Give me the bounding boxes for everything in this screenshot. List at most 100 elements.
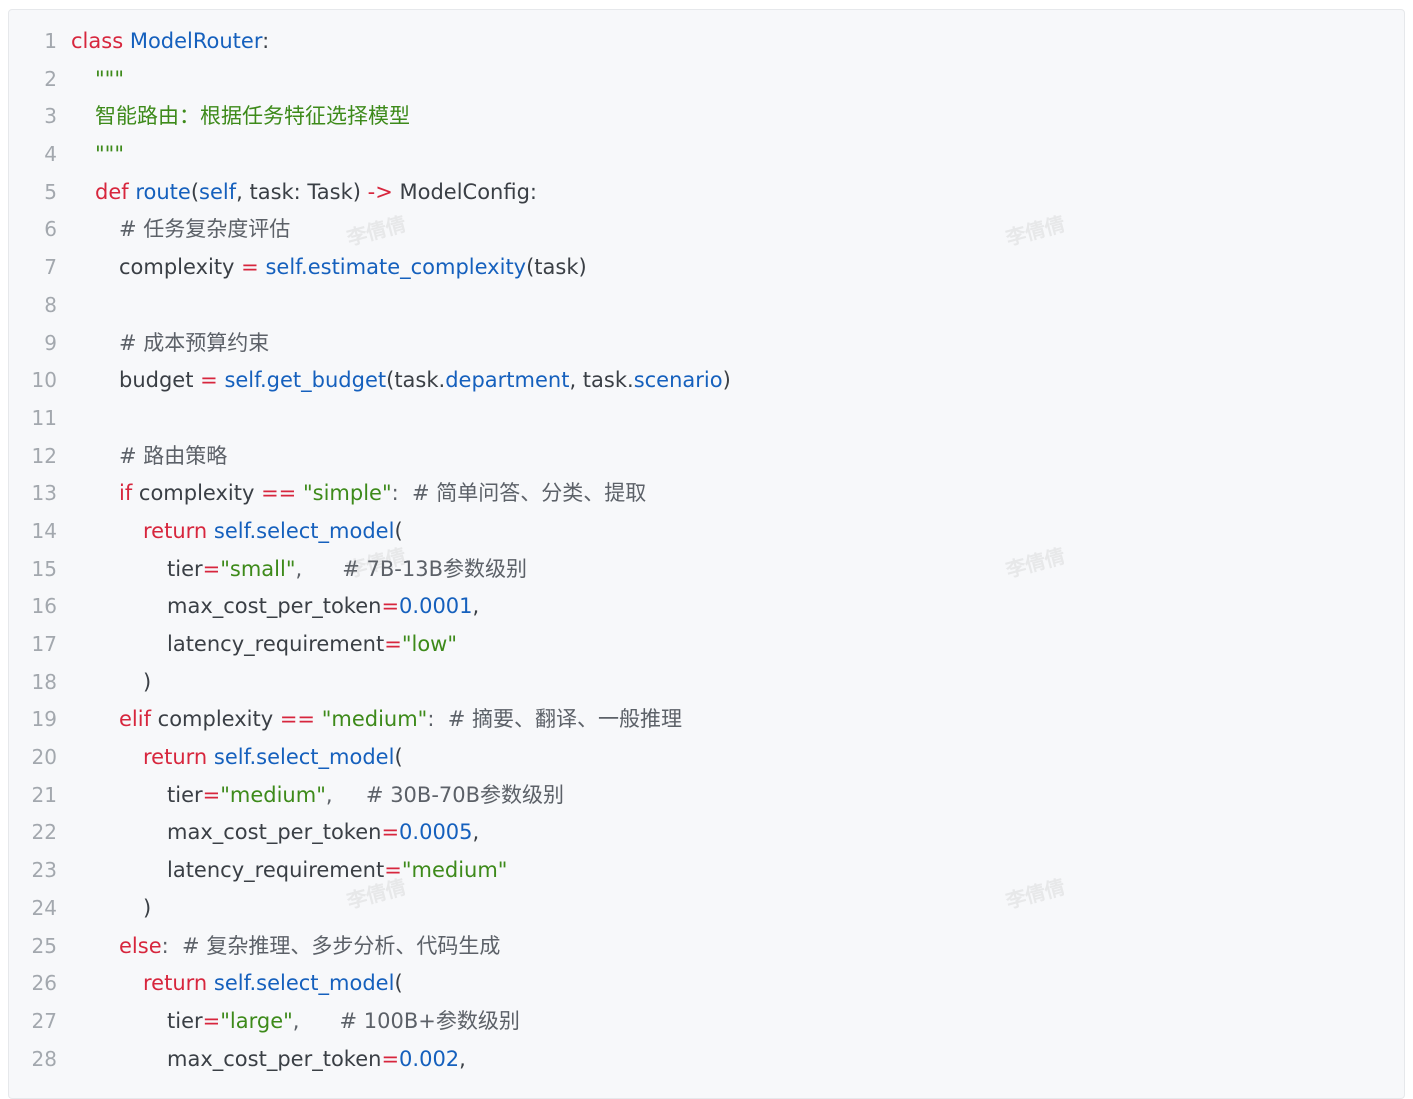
line-content: """: [95, 61, 124, 99]
code-token: "low": [401, 632, 458, 656]
code-line: 1 class ModelRouter:: [9, 23, 1404, 61]
line-content: max_cost_per_token=0.0005,: [167, 814, 479, 852]
code-token: =: [202, 1008, 221, 1033]
code-token: route: [135, 179, 191, 204]
code-token: "medium": [321, 707, 428, 732]
code-token: =: [384, 632, 402, 656]
code-token: (task.: [386, 368, 446, 393]
line-number: 22: [31, 820, 57, 845]
code-token: return: [143, 745, 208, 770]
line-number: 27: [31, 1008, 57, 1033]
line-content: if complexity == "simple": # 简单问答、分类、提取: [119, 475, 646, 513]
code-token: 0.0001: [399, 594, 473, 619]
code-line: 4 """: [9, 136, 1404, 174]
code-line: 8: [9, 287, 1404, 325]
code-token: tier: [167, 782, 203, 807]
code-line: 11: [9, 400, 1404, 438]
line-content: tier="medium", # 30B-70B参数级别: [167, 777, 564, 815]
code-token: ): [143, 669, 152, 694]
code-token: ModelRouter: [129, 29, 263, 53]
line-content: def route(self, task: Task) -> ModelConf…: [95, 174, 537, 212]
code-token: # 路由策略: [119, 443, 228, 468]
code-token: if: [119, 481, 133, 506]
line-number: 9: [44, 330, 57, 355]
line-number: 20: [31, 745, 57, 770]
line-number: 16: [31, 594, 57, 619]
code-token: tier: [167, 556, 203, 581]
line-number: 13: [31, 481, 57, 506]
line-content: return self.select_model(: [143, 513, 403, 551]
code-token: , task: Task): [236, 179, 368, 204]
line-number: 12: [31, 443, 57, 468]
code-token: department: [445, 368, 570, 393]
code-token: "small": [220, 556, 296, 581]
line-number: 23: [31, 858, 57, 883]
code-token: ): [143, 895, 152, 920]
code-token: ==: [261, 481, 297, 506]
code-lines: 1 class ModelRouter: 2 """ 3 智能路由：根据任务特征选择模型 4…: [9, 23, 1404, 1078]
code-token: else: [119, 933, 162, 958]
code-block: 1 class ModelRouter: 2 """ 3 智能路由：根据任务特征选择模型 4…: [8, 9, 1405, 1099]
code-line: 13 if complexity == "simple": # 简单问答、分类、提…: [9, 475, 1404, 513]
code-token: =: [241, 255, 259, 280]
code-line: 22 max_cost_per_token=0.0005,: [9, 814, 1404, 852]
line-content: class ModelRouter:: [71, 23, 269, 61]
code-line: 12 # 路由策略: [9, 438, 1404, 476]
code-token: latency_requirement: [167, 632, 385, 656]
line-number: 21: [31, 782, 57, 807]
code-token: scenario: [633, 368, 723, 393]
code-line: 3 智能路由：根据任务特征选择模型: [9, 98, 1404, 136]
code-line: 20 return self.select_model(: [9, 739, 1404, 777]
line-content: budget = self.get_budget(task.department…: [119, 362, 731, 400]
line-number: 15: [31, 556, 57, 581]
line-number: 28: [31, 1046, 57, 1071]
line-number: 6: [44, 217, 57, 242]
code-token: 0.002: [399, 1046, 460, 1071]
line-content: tier="large", # 100B+参数级别: [167, 1003, 520, 1041]
code-line: 28 max_cost_per_token=0.002,: [9, 1041, 1404, 1079]
line-content: else: # 复杂推理、多步分析、代码生成: [119, 928, 500, 966]
code-token: (: [190, 179, 200, 204]
code-token: budget: [119, 368, 201, 393]
line-content: ): [143, 890, 151, 928]
code-line: 7 complexity = self.estimate_complexity(t…: [9, 249, 1404, 287]
code-token: complexity: [132, 481, 262, 506]
line-content: return self.select_model(: [143, 965, 403, 1003]
code-token: """: [95, 142, 124, 167]
code-token: max_cost_per_token: [167, 820, 382, 845]
code-line: 17 latency_requirement="low": [9, 626, 1404, 664]
code-token: max_cost_per_token: [167, 594, 382, 619]
code-token: # 成本预算约束: [119, 330, 270, 355]
line-number: 7: [44, 255, 57, 280]
line-content: complexity = self.estimate_complexity(ta…: [119, 249, 587, 287]
line-content: ): [143, 664, 151, 702]
code-token: complexity: [119, 255, 242, 280]
code-token: (task): [526, 255, 587, 280]
line-number: 14: [31, 518, 57, 543]
line-number: 4: [44, 142, 57, 167]
code-token: : # 复杂推理、多步分析、代码生成: [161, 933, 501, 958]
code-token: class: [71, 29, 124, 53]
code-token: self.select_model: [213, 971, 395, 996]
code-token: ModelConfig:: [392, 179, 537, 204]
code-token: : # 摘要、翻译、一般推理: [427, 707, 683, 732]
code-token: ,: [459, 1046, 466, 1071]
line-content: return self.select_model(: [143, 739, 403, 777]
code-token: ,: [472, 594, 480, 619]
code-token: ==: [279, 707, 316, 732]
code-line: 26 return self.select_model(: [9, 965, 1404, 1003]
code-token: (: [394, 971, 403, 996]
code-token: # 任务复杂度评估: [119, 217, 291, 242]
code-token: 0.0005: [399, 820, 473, 845]
line-number: 19: [31, 707, 57, 732]
code-line: 2 """: [9, 61, 1404, 99]
code-token: "large": [220, 1008, 293, 1033]
code-token: =: [202, 782, 221, 807]
code-token: =: [381, 594, 400, 619]
line-content: latency_requirement="medium": [167, 852, 507, 890]
